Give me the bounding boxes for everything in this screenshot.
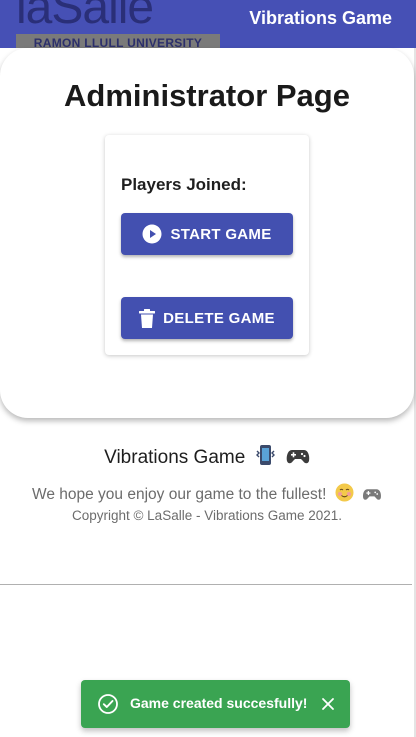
footer-tagline-text: We hope you enjoy our game to the fulles… [31, 486, 327, 503]
app-title: Vibrations Game [249, 8, 392, 28]
smiling-face-icon [335, 483, 354, 507]
footer-copyright: Copyright © LaSalle - Vibrations Game 20… [71, 508, 343, 523]
success-toast: Game created succesfully! [81, 680, 350, 728]
delete-game-button[interactable]: DELETE GAME [121, 297, 293, 339]
footer-tagline: We hope you enjoy our game to the fulles… [0, 483, 414, 507]
gamepad-icon [362, 486, 382, 507]
trash-icon [139, 308, 156, 328]
footer-title: Vibrations Game [0, 444, 414, 472]
phone-vibrate-icon [255, 444, 277, 472]
play-circle-icon [142, 224, 162, 244]
start-game-label: START GAME [170, 225, 272, 243]
gamepad-icon [286, 446, 310, 472]
delete-game-label: DELETE GAME [163, 309, 275, 327]
footer-divider [0, 584, 412, 585]
page-title: Administrator Page [64, 78, 350, 113]
close-icon[interactable] [320, 696, 336, 712]
footer-title-text: Vibrations Game [104, 447, 246, 468]
toast-message: Game created succesfully! [130, 695, 308, 711]
players-joined-label: Players Joined: [121, 175, 247, 194]
check-circle-icon [97, 693, 119, 720]
logo-wordmark: laSalle [16, 0, 154, 34]
lasalle-logo[interactable]: laSalle RAMON LLULL UNIVERSITY [16, 0, 220, 52]
start-game-button[interactable]: START GAME [121, 213, 293, 255]
